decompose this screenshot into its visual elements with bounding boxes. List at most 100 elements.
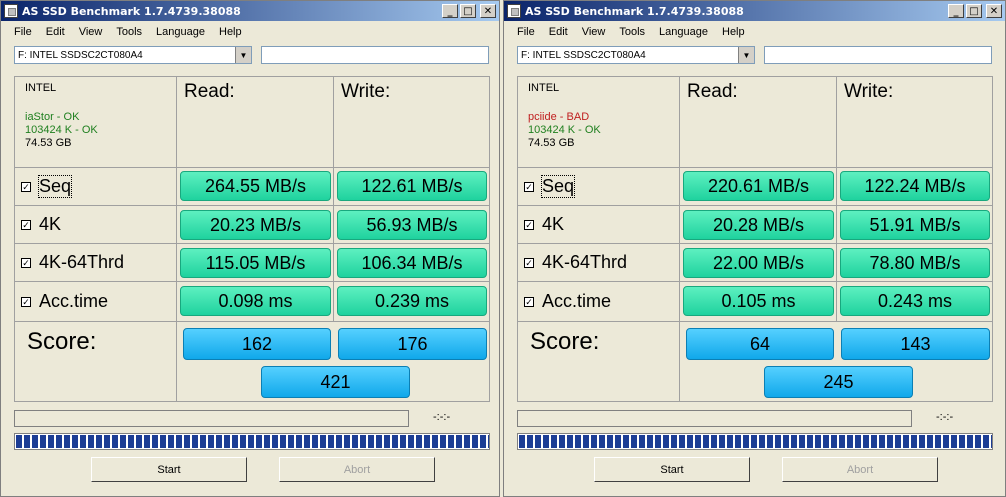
menu-language[interactable]: Language — [149, 26, 212, 38]
progress-segment — [871, 435, 877, 448]
4k64-checkbox[interactable]: ✓ — [21, 257, 31, 268]
progress-segment — [328, 435, 334, 448]
menu-file[interactable]: File — [7, 26, 39, 38]
progress-segment — [951, 435, 957, 448]
4k-checkbox[interactable]: ✓ — [524, 219, 534, 230]
chevron-down-icon[interactable]: ▼ — [235, 47, 251, 63]
benchmark-window-right: AS SSD Benchmark 1.7.4739.38088 _ □ ✕ Fi… — [503, 0, 1006, 497]
menu-help[interactable]: Help — [715, 26, 752, 38]
row-seq-label[interactable]: ✓ Seq — [15, 168, 177, 206]
progress-segment — [519, 435, 525, 448]
progress-segment — [991, 435, 992, 448]
progress-segment — [368, 435, 374, 448]
title-bar[interactable]: AS SSD Benchmark 1.7.4739.38088 _ □ ✕ — [504, 1, 1005, 21]
acctime-checkbox[interactable]: ✓ — [524, 296, 534, 307]
progress-segment — [424, 435, 430, 448]
progress-segment — [384, 435, 390, 448]
abort-button[interactable]: Abort — [782, 457, 938, 482]
progress-segment — [751, 435, 757, 448]
abort-button[interactable]: Abort — [279, 457, 435, 482]
test-progress-bar — [14, 410, 409, 427]
progress-segment — [935, 435, 941, 448]
progress-segment — [887, 435, 893, 448]
drive-info-cell: INTEL pciide - BAD 103424 K - OK 74.53 G… — [518, 77, 680, 168]
menu-edit[interactable]: Edit — [39, 26, 72, 38]
drive-select[interactable]: F: INTEL SSDSC2CT080A4 ▼ — [517, 46, 755, 64]
write-header-cell: Write: — [837, 77, 992, 168]
progress-segment — [735, 435, 741, 448]
row-4k64-label[interactable]: ✓ 4K-64Thrd — [518, 244, 680, 282]
status-text-field[interactable] — [764, 46, 992, 64]
menu-help[interactable]: Help — [212, 26, 249, 38]
row-4k64-label[interactable]: ✓ 4K-64Thrd — [15, 244, 177, 282]
progress-segment — [80, 435, 86, 448]
seq-checkbox[interactable]: ✓ — [21, 181, 31, 192]
progress-segment — [975, 435, 981, 448]
progress-segment — [847, 435, 853, 448]
menu-tools[interactable]: Tools — [109, 26, 149, 38]
start-button[interactable]: Start — [91, 457, 247, 482]
menu-view[interactable]: View — [72, 26, 110, 38]
status-text-field[interactable] — [261, 46, 489, 64]
row-seq-label[interactable]: ✓ Seq — [518, 168, 680, 206]
menu-language[interactable]: Language — [652, 26, 715, 38]
progress-segment — [583, 435, 589, 448]
minimize-button[interactable]: _ — [948, 4, 964, 18]
progress-segment — [807, 435, 813, 448]
driver-status: iaStor - OK — [25, 111, 80, 123]
progress-segment — [464, 435, 470, 448]
benchmark-window-left: AS SSD Benchmark 1.7.4739.38088 _ □ ✕ Fi… — [0, 0, 500, 497]
progress-segment — [440, 435, 446, 448]
maximize-button[interactable]: □ — [966, 4, 982, 18]
row-4k-label[interactable]: ✓ 4K — [518, 206, 680, 244]
menu-view[interactable]: View — [575, 26, 613, 38]
progress-segment — [919, 435, 925, 448]
progress-segment — [767, 435, 773, 448]
close-button[interactable]: ✕ — [480, 4, 496, 18]
progress-segment — [799, 435, 805, 448]
progress-segment — [559, 435, 565, 448]
acctime-checkbox[interactable]: ✓ — [21, 296, 31, 307]
progress-segment — [911, 435, 917, 448]
chevron-down-icon[interactable]: ▼ — [738, 47, 754, 63]
row-acctime-label[interactable]: ✓ Acc.time — [518, 282, 680, 322]
progress-segment — [216, 435, 222, 448]
menu-file[interactable]: File — [510, 26, 542, 38]
test-progress-bar — [517, 410, 912, 427]
close-button[interactable]: ✕ — [986, 4, 1002, 18]
maximize-button[interactable]: □ — [460, 4, 476, 18]
read-header-cell: Read: — [680, 77, 837, 168]
progress-segment — [631, 435, 637, 448]
progress-segment — [152, 435, 158, 448]
progress-segment — [96, 435, 102, 448]
window-title: AS SSD Benchmark 1.7.4739.38088 — [22, 4, 241, 18]
progress-segment — [232, 435, 238, 448]
drive-select[interactable]: F: INTEL SSDSC2CT080A4 ▼ — [14, 46, 252, 64]
progress-segment — [104, 435, 110, 448]
driver-status: pciide - BAD — [528, 111, 590, 123]
progress-segment — [863, 435, 869, 448]
progress-segment — [607, 435, 613, 448]
menu-tools[interactable]: Tools — [612, 26, 652, 38]
row-4k-label[interactable]: ✓ 4K — [15, 206, 177, 244]
title-bar[interactable]: AS SSD Benchmark 1.7.4739.38088 _ □ ✕ — [1, 1, 499, 21]
row-label: 4K — [39, 214, 62, 234]
progress-segment — [176, 435, 182, 448]
4k64-checkbox[interactable]: ✓ — [524, 257, 534, 268]
menu-edit[interactable]: Edit — [542, 26, 575, 38]
progress-segment — [24, 435, 30, 448]
total-progress-bar — [517, 433, 993, 450]
4k-checkbox[interactable]: ✓ — [21, 219, 31, 230]
seq-checkbox[interactable]: ✓ — [524, 181, 534, 192]
row-label: 4K-64Thrd — [39, 252, 125, 272]
drive-select-value: F: INTEL SSDSC2CT080A4 — [18, 49, 143, 61]
start-button[interactable]: Start — [594, 457, 750, 482]
row-acctime-label[interactable]: ✓ Acc.time — [15, 282, 177, 322]
progress-segment — [160, 435, 166, 448]
progress-segment — [815, 435, 821, 448]
progress-segment — [392, 435, 398, 448]
progress-segment — [895, 435, 901, 448]
drive-info-cell: INTEL iaStor - OK 103424 K - OK 74.53 GB — [15, 77, 177, 168]
minimize-button[interactable]: _ — [442, 4, 458, 18]
progress-segment — [112, 435, 118, 448]
